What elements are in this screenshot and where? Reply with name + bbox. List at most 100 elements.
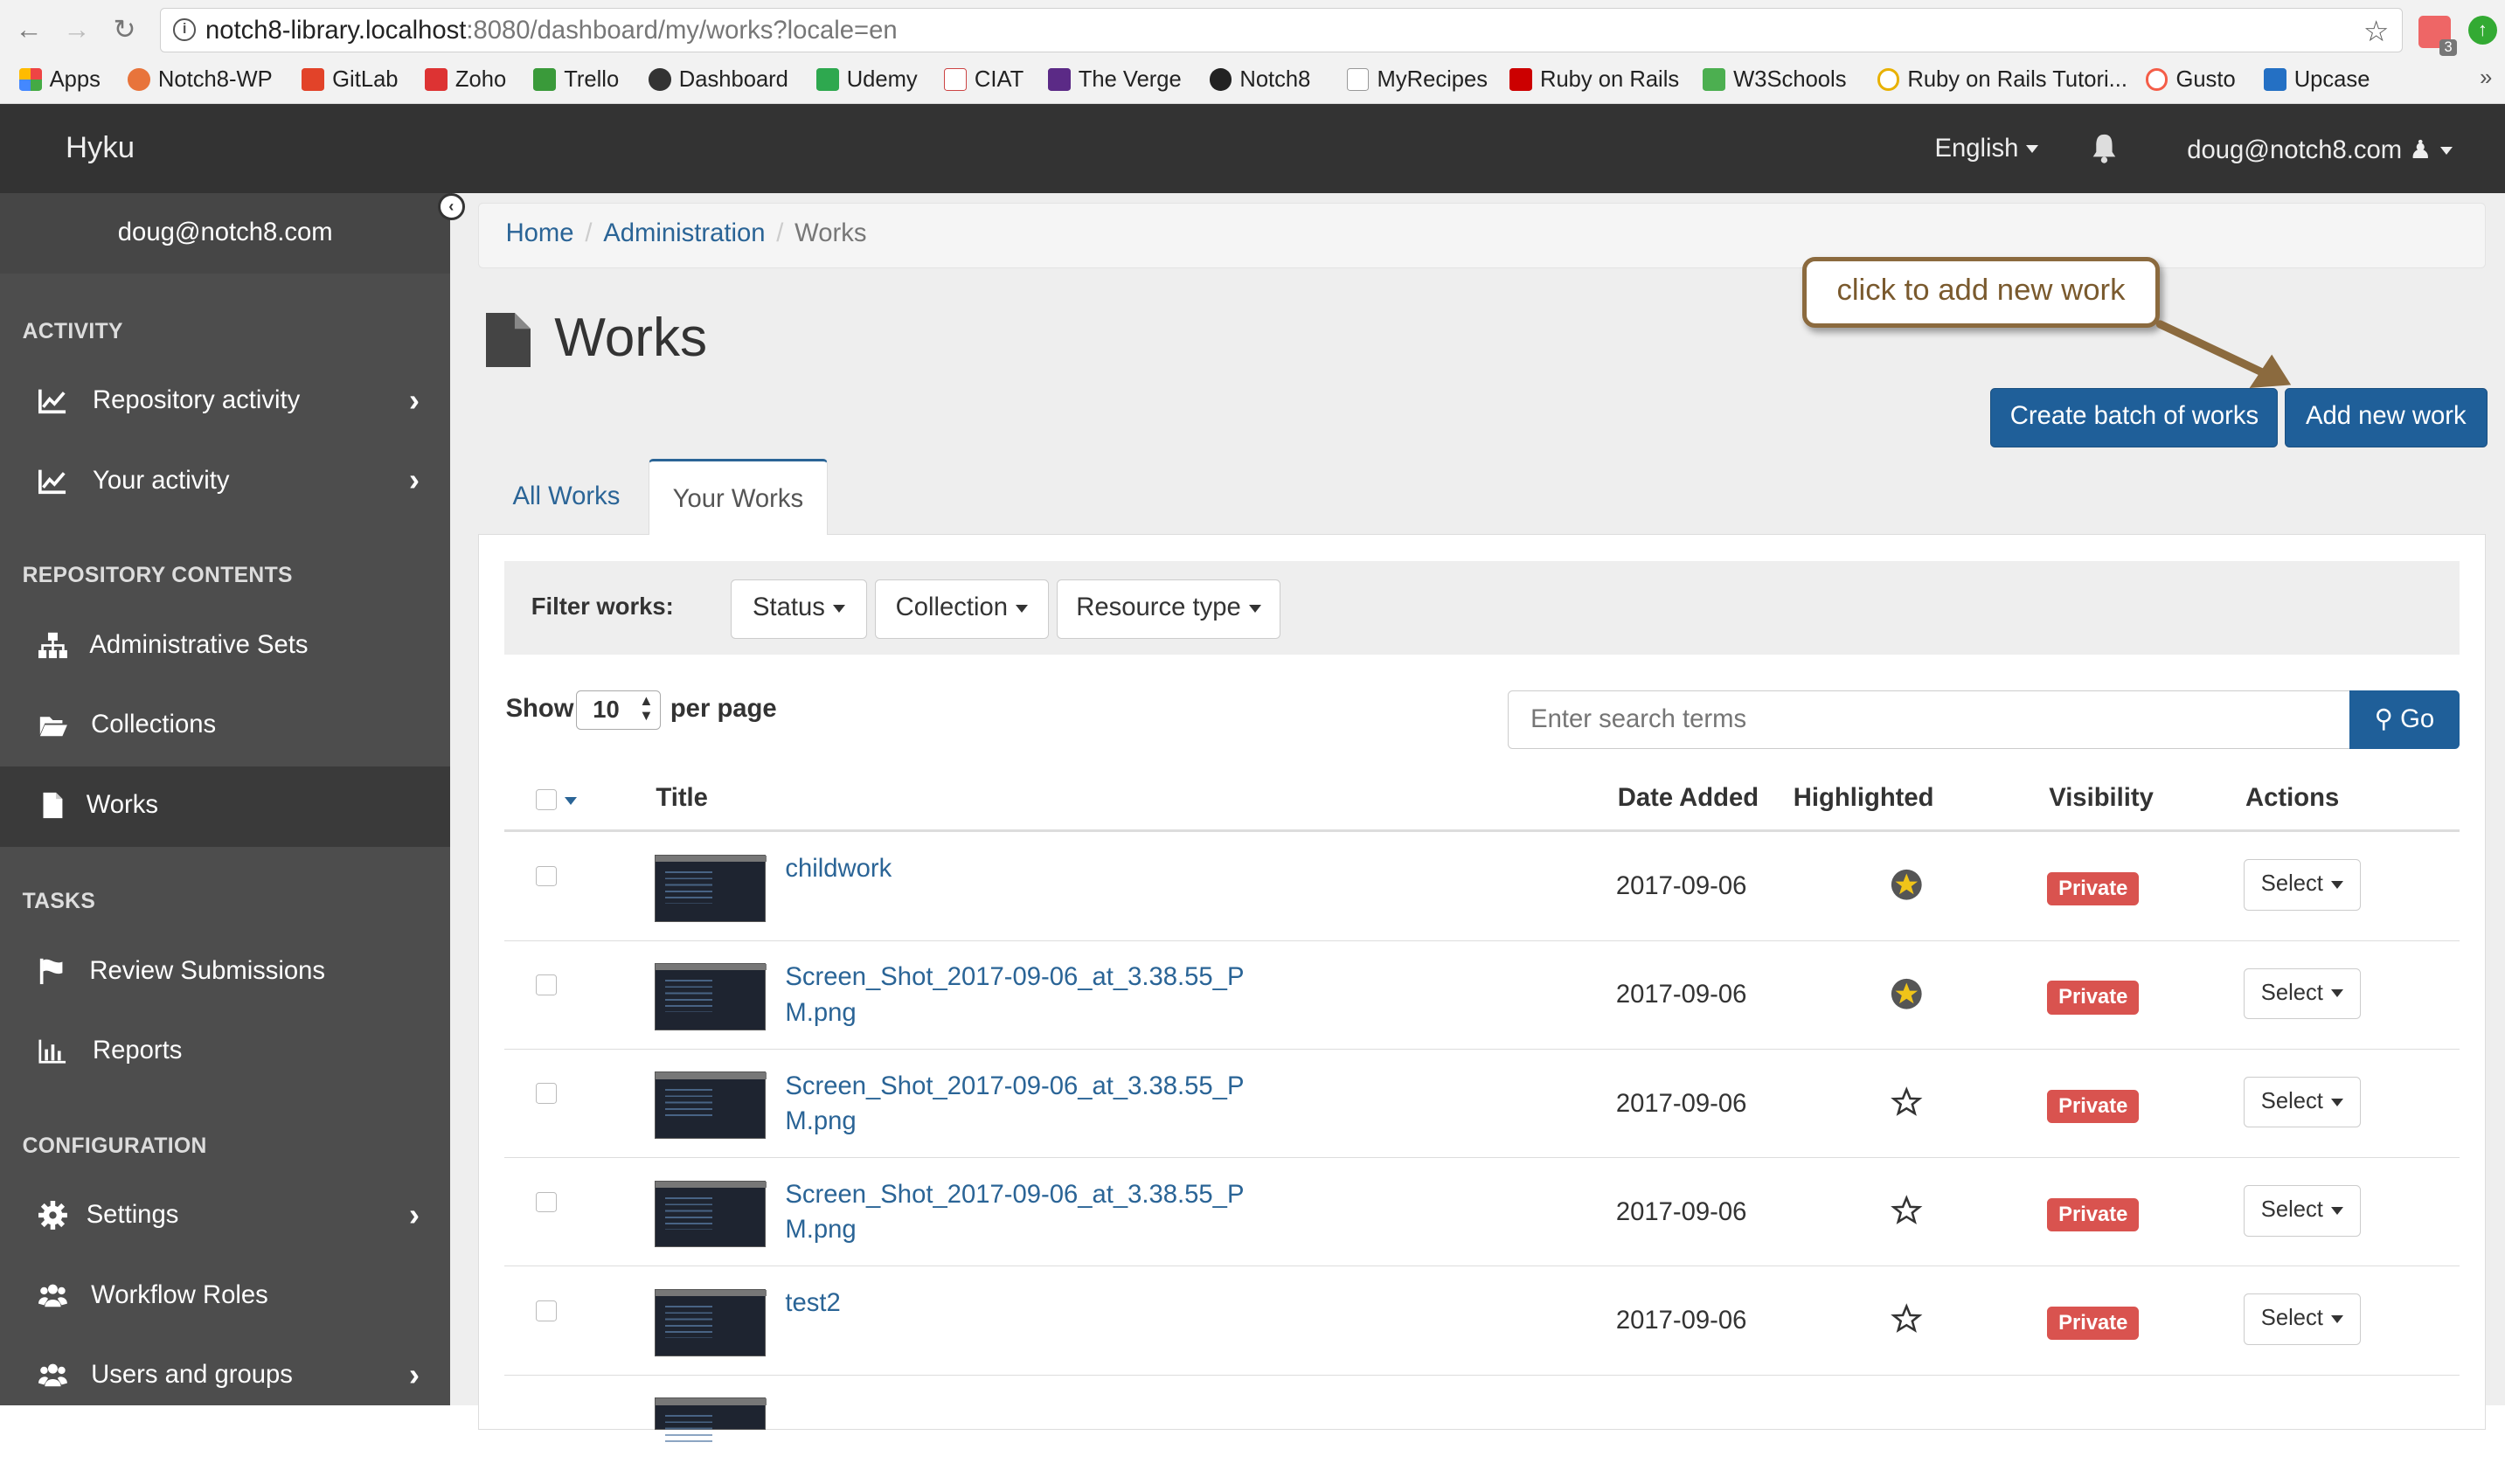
work-thumbnail[interactable] (654, 1180, 767, 1248)
row-actions-dropdown[interactable]: Select (2244, 967, 2361, 1020)
highlighted-star-outline-icon[interactable] (1891, 1195, 1923, 1227)
bookmark-udemy[interactable]: Udemy (816, 67, 918, 93)
bookmarks-overflow-icon[interactable]: » (2480, 66, 2492, 91)
select-all-checkbox[interactable] (536, 788, 558, 810)
work-title-link[interactable]: Screen_Shot_2017-09-06_at_3.38.55_PM.png (785, 1177, 1248, 1247)
highlighted-star-filled-icon[interactable] (1891, 869, 1923, 901)
sidebar-collapse-icon[interactable]: ‹ (437, 193, 465, 221)
tab-your-works[interactable]: Your Works (649, 458, 828, 537)
sidebar-item-works[interactable]: Works (0, 766, 451, 847)
chevron-down-icon (2331, 881, 2344, 889)
language-dropdown[interactable]: English (1934, 135, 2039, 163)
work-thumbnail[interactable] (654, 963, 767, 1030)
breadcrumb-administration[interactable]: Administration (603, 219, 765, 247)
upcase-icon (2263, 68, 2286, 92)
bookmark-trello[interactable]: Trello (533, 67, 619, 93)
sidebar-item-label: Review Submissions (89, 956, 326, 985)
highlighted-star-outline-icon[interactable] (1891, 1086, 1923, 1119)
sidebar-item-reports[interactable]: Reports (0, 1013, 450, 1092)
bookmark-dashboard[interactable]: Dashboard (649, 67, 788, 93)
column-header-title[interactable]: Title (656, 784, 708, 813)
bookmark-upcase[interactable]: Upcase (2263, 66, 2370, 93)
works-tabs: All Works Your Works (477, 458, 2487, 537)
row-checkbox[interactable] (536, 1300, 558, 1321)
highlighted-star-filled-icon[interactable] (1891, 978, 1923, 1010)
user-menu[interactable]: doug@notch8.com ♟ (2187, 135, 2453, 165)
work-title-link[interactable]: test2 (785, 1286, 1248, 1321)
bookmark-myrecipes[interactable]: MyRecipes (1346, 67, 1488, 93)
work-title-link[interactable]: Screen_Shot_2017-09-06_at_3.38.55_PM.png (785, 1069, 1248, 1139)
bookmark-notch8[interactable]: Notch8 (1209, 67, 1310, 93)
sidebar-item-settings[interactable]: Settings › (0, 1177, 450, 1257)
work-title-link[interactable]: Screen_Shot_2017-09-06_at_3.38.55_PM.png (785, 960, 1248, 1030)
sidebar-item-collections[interactable]: Collections (0, 687, 450, 766)
extension-badge: 3 (2439, 38, 2458, 56)
udemy-icon (816, 68, 839, 92)
status-filter-dropdown[interactable]: Status (731, 579, 867, 640)
bookmark-the-verge[interactable]: The Verge (1048, 67, 1182, 93)
row-actions-dropdown[interactable]: Select (2244, 859, 2361, 911)
row-actions-dropdown[interactable]: Select (2244, 1076, 2361, 1128)
row-checkbox[interactable] (536, 865, 558, 887)
resource-type-filter-dropdown[interactable]: Resource type (1057, 579, 1281, 640)
row-checkbox[interactable] (536, 974, 558, 995)
flag-icon (39, 958, 63, 984)
add-new-work-button[interactable]: Add new work (2284, 388, 2488, 447)
extension-calendar-icon[interactable]: 3 (2418, 16, 2458, 56)
work-thumbnail[interactable] (654, 854, 767, 922)
annotation-arrow-icon (2155, 320, 2292, 389)
bookmark-notch8-wp[interactable]: Notch8-WP (128, 67, 273, 93)
search-go-button[interactable]: ⚲ Go (2349, 690, 2460, 750)
per-page-select[interactable]: 10 ▲ ▼ (575, 690, 661, 731)
site-info-icon[interactable]: i (173, 18, 196, 41)
brand-logo[interactable]: Hyku (66, 131, 135, 165)
extension-upload-icon[interactable]: ↑ (2467, 16, 2497, 45)
sidebar-item-repository-activity[interactable]: Repository activity › (0, 363, 450, 442)
ciat-icon (944, 68, 967, 92)
page-icon (1346, 68, 1370, 92)
url-text[interactable]: notch8-library.localhost:8080/dashboard/… (205, 17, 898, 45)
bookmark-zoho[interactable]: Zoho (425, 67, 506, 93)
row-checkbox[interactable] (536, 1083, 558, 1104)
collection-filter-dropdown[interactable]: Collection (874, 579, 1049, 640)
row-actions-dropdown[interactable]: Select (2244, 1293, 2361, 1345)
work-thumbnail[interactable] (654, 1397, 767, 1447)
forward-icon[interactable]: → (60, 14, 93, 46)
bookmark-label: Upcase (2293, 66, 2370, 92)
breadcrumb-home[interactable]: Home (506, 219, 574, 247)
bookmark-ciat[interactable]: CIAT (944, 67, 1024, 93)
sidebar-item-your-activity[interactable]: Your activity › (0, 442, 450, 522)
bookmark-apps[interactable]: Apps (18, 67, 101, 93)
line-chart-icon (38, 389, 66, 414)
column-header-date-added[interactable]: Date Added (1618, 784, 1759, 813)
sidebar-item-review-submissions[interactable]: Review Submissions (0, 933, 450, 1012)
bookmark-label: GitLab (332, 66, 399, 92)
create-batch-button[interactable]: Create batch of works (1990, 388, 2279, 447)
work-thumbnail[interactable] (654, 1289, 767, 1356)
column-header-highlighted: Highlighted (1793, 784, 1934, 813)
sidebar-item-administrative-sets[interactable]: Administrative Sets (0, 607, 450, 687)
bookmark-star-icon[interactable]: ☆ (2363, 14, 2390, 48)
tab-all-works[interactable]: All Works (487, 459, 645, 536)
back-icon[interactable]: ← (13, 14, 45, 46)
notifications-bell-icon[interactable] (2090, 133, 2119, 165)
bookmark-ruby-on-rails[interactable]: Ruby on Rails (1509, 67, 1679, 93)
reload-icon[interactable]: ↻ (108, 14, 141, 46)
sidebar-item-workflow-roles[interactable]: Workflow Roles (0, 1257, 450, 1336)
bookmark-gitlab[interactable]: GitLab (302, 66, 399, 93)
breadcrumb-separator: / (585, 219, 593, 248)
bookmark-gusto[interactable]: Gusto (2145, 67, 2236, 93)
work-thumbnail[interactable] (654, 1071, 767, 1140)
bookmark-rails-tutorial[interactable]: Ruby on Rails Tutori... (1877, 67, 2127, 93)
work-title-link[interactable]: childwork (785, 851, 1248, 886)
bookmark-w3schools[interactable]: W3Schools (1703, 67, 1847, 93)
row-actions-dropdown[interactable]: Select (2244, 1185, 2361, 1237)
filter-bar: Filter works: Status Collection Resource… (503, 560, 2460, 655)
chevron-down-icon[interactable] (565, 797, 578, 805)
apps-grid-icon (18, 68, 42, 92)
row-checkbox[interactable] (536, 1191, 558, 1213)
search-input[interactable] (1507, 690, 2351, 750)
highlighted-star-outline-icon[interactable] (1891, 1303, 1923, 1335)
address-bar[interactable]: i notch8-library.localhost:8080/dashboar… (159, 8, 2403, 53)
sidebar-item-label: Repository activity (93, 386, 301, 415)
